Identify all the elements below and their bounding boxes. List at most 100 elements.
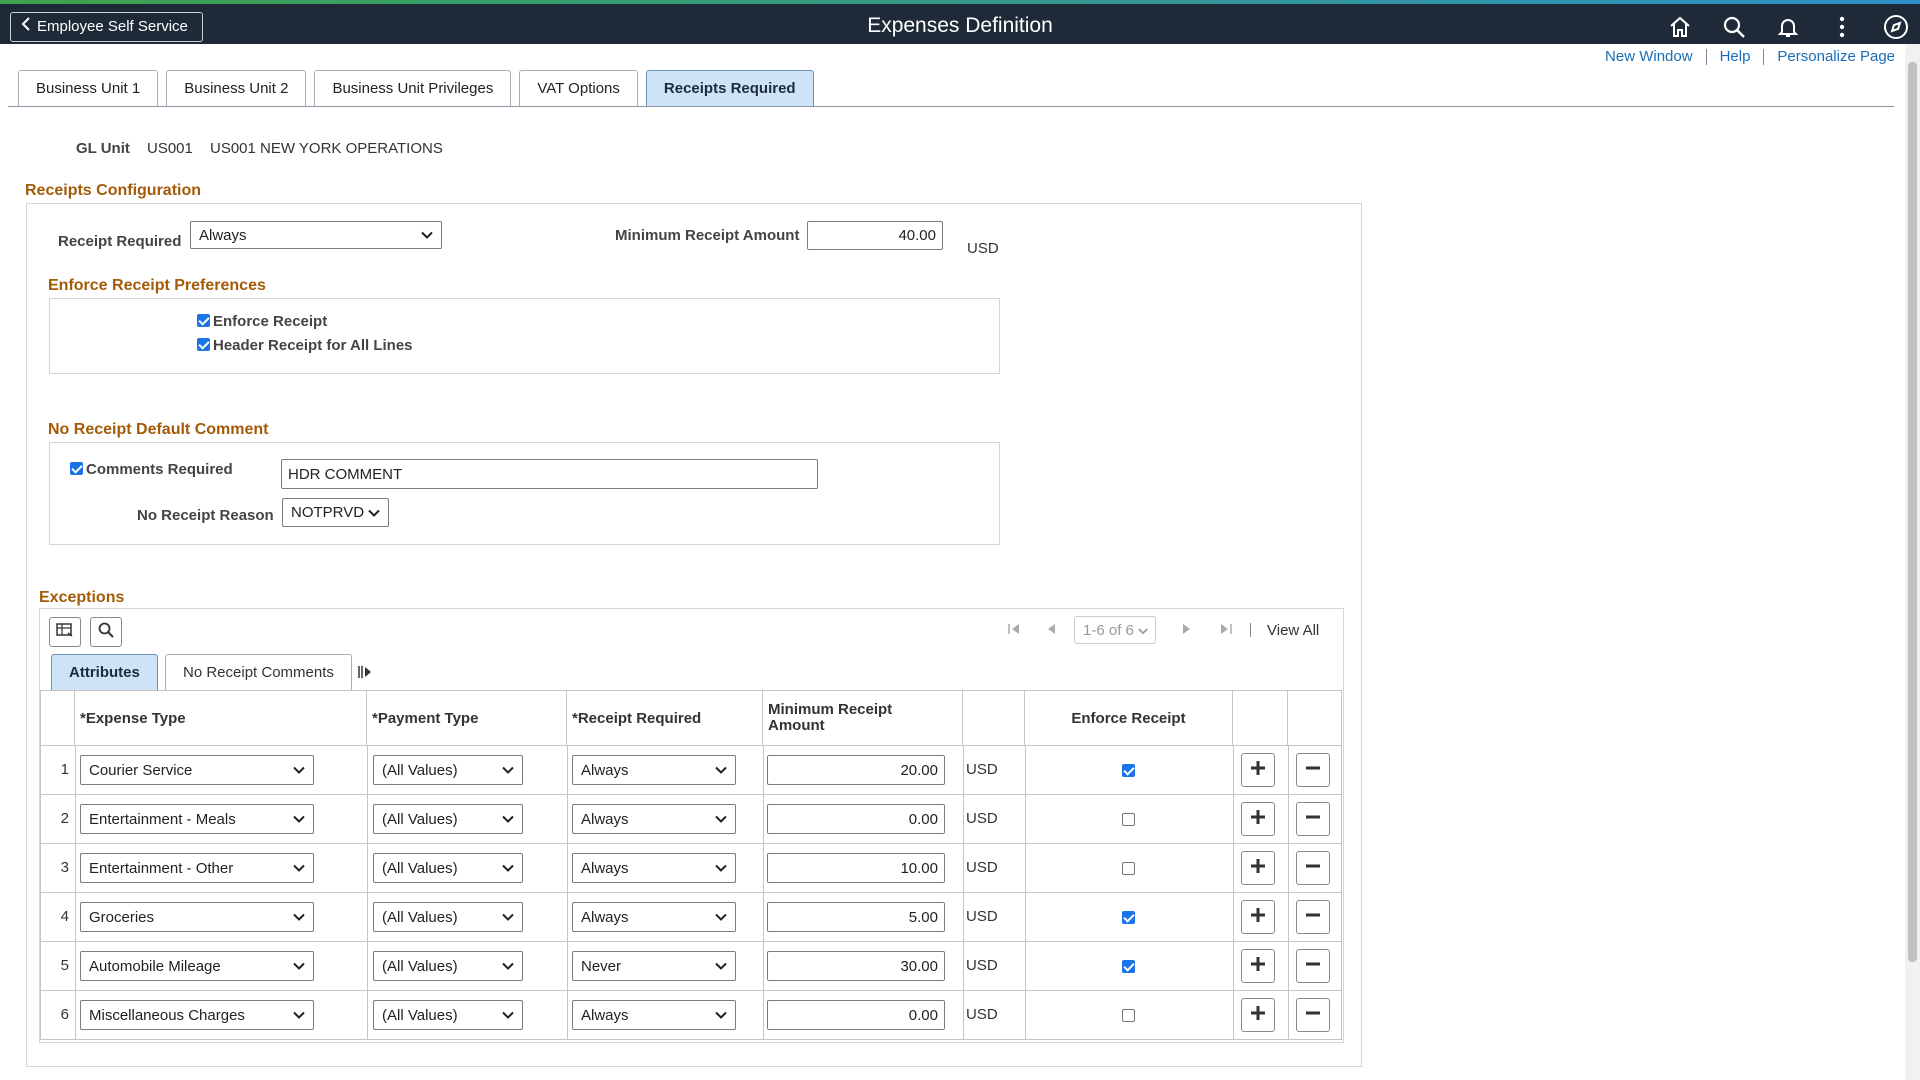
- header-receipt-checkbox[interactable]: [197, 338, 210, 351]
- enforce-receipt-checkbox[interactable]: [197, 314, 210, 327]
- expense-type-select[interactable]: Automobile Mileage: [80, 951, 314, 981]
- delete-row-button[interactable]: [1296, 900, 1330, 934]
- add-row-button[interactable]: [1241, 802, 1275, 836]
- receipt-required-select[interactable]: Always: [190, 221, 442, 249]
- receipt-required-row-select[interactable]: Always: [572, 804, 736, 834]
- subtab-no-receipt-comments[interactable]: No Receipt Comments: [165, 654, 352, 691]
- page-range-select[interactable]: 1-6 of 6: [1074, 616, 1156, 644]
- enforce-receipt-row-checkbox[interactable]: [1122, 1009, 1135, 1022]
- view-all-link[interactable]: View All: [1267, 622, 1319, 639]
- delete-row-button[interactable]: [1296, 998, 1330, 1032]
- no-receipt-comment-title: No Receipt Default Comment: [48, 421, 269, 438]
- home-icon[interactable]: [1664, 12, 1696, 42]
- scrollbar-thumb[interactable]: [1908, 62, 1917, 962]
- navbar-icon[interactable]: [1880, 12, 1912, 42]
- previous-page-icon[interactable]: [1046, 622, 1056, 639]
- enforce-receipt-row-checkbox[interactable]: [1122, 960, 1135, 973]
- chevron-down-icon: [1138, 622, 1148, 639]
- payment-type-select[interactable]: (All Values): [373, 853, 523, 883]
- more-icon[interactable]: [1826, 12, 1858, 42]
- no-receipt-reason-value: NOTPRVD: [291, 504, 365, 521]
- bell-icon[interactable]: [1772, 12, 1804, 42]
- receipt-required-row-select[interactable]: Always: [572, 902, 736, 932]
- add-row-button[interactable]: [1241, 998, 1275, 1032]
- exceptions-title: Exceptions: [39, 589, 125, 606]
- search-icon[interactable]: [1718, 12, 1750, 42]
- receipt-required-row-select[interactable]: Always: [572, 755, 736, 785]
- enforce-prefs-title: Enforce Receipt Preferences: [48, 277, 266, 294]
- tab-divider: [8, 106, 1894, 107]
- payment-type-select[interactable]: (All Values): [373, 755, 523, 785]
- chevron-down-icon: [421, 227, 433, 244]
- row-currency: USD: [966, 957, 998, 974]
- min-amount-row-input[interactable]: 30.00: [767, 951, 945, 981]
- min-amount-row-input[interactable]: 20.00: [767, 755, 945, 785]
- gl-unit-label: GL Unit: [76, 140, 130, 157]
- tab-business-unit-2[interactable]: Business Unit 2: [166, 70, 307, 107]
- page-range-text: 1-6 of 6: [1083, 621, 1134, 639]
- enforce-receipt-row-checkbox[interactable]: [1122, 813, 1135, 826]
- receipt-required-row-select[interactable]: Always: [572, 853, 736, 883]
- new-window-link[interactable]: New Window: [1605, 48, 1693, 65]
- add-row-button[interactable]: [1241, 900, 1275, 934]
- expense-type-select[interactable]: Courier Service: [80, 755, 314, 785]
- last-page-icon[interactable]: [1220, 622, 1232, 639]
- expense-type-value: Entertainment - Other: [89, 859, 234, 877]
- enforce-receipt-row-checkbox[interactable]: [1122, 764, 1135, 777]
- payment-type-select[interactable]: (All Values): [373, 902, 523, 932]
- help-link[interactable]: Help: [1720, 48, 1751, 65]
- next-page-icon[interactable]: [1182, 622, 1192, 639]
- tab-receipts-required[interactable]: Receipts Required: [645, 70, 814, 107]
- tab-vat-options[interactable]: VAT Options: [519, 70, 638, 107]
- payment-type-select[interactable]: (All Values): [373, 951, 523, 981]
- header-enforce-receipt: Enforce Receipt: [1025, 691, 1233, 745]
- table-row: 4 Groceries (All Values) Always 5.00 USD: [40, 893, 1342, 942]
- chevron-down-icon: [368, 504, 380, 521]
- receipt-required-label: Receipt Required: [58, 233, 182, 250]
- chevron-down-icon: [293, 860, 305, 877]
- min-amount-row-input[interactable]: 10.00: [767, 853, 945, 883]
- payment-type-select[interactable]: (All Values): [373, 804, 523, 834]
- payment-type-value: (All Values): [382, 1006, 458, 1024]
- min-amount-row-input[interactable]: 5.00: [767, 902, 945, 932]
- personalize-page-link[interactable]: Personalize Page: [1777, 48, 1895, 65]
- enforce-receipt-row-checkbox[interactable]: [1122, 862, 1135, 875]
- tab-business-unit-privileges[interactable]: Business Unit Privileges: [314, 70, 512, 107]
- enforce-receipt-row-checkbox[interactable]: [1122, 911, 1135, 924]
- add-row-button[interactable]: [1241, 851, 1275, 885]
- no-receipt-reason-select[interactable]: NOTPRVD: [282, 498, 389, 527]
- receipt-required-row-select[interactable]: Always: [572, 1000, 736, 1030]
- subtab-attributes[interactable]: Attributes: [51, 654, 158, 691]
- row-number: 6: [60, 1006, 69, 1023]
- expense-type-select[interactable]: Entertainment - Other: [80, 853, 314, 883]
- header-payment-type: *Payment Type: [367, 691, 567, 745]
- min-amount-row-input[interactable]: 0.00: [767, 804, 945, 834]
- min-amount-row-input[interactable]: 0.00: [767, 1000, 945, 1030]
- min-receipt-amount-input[interactable]: 40.00: [807, 221, 943, 250]
- default-comment-input[interactable]: HDR COMMENT: [281, 459, 818, 489]
- payment-type-select[interactable]: (All Values): [373, 1000, 523, 1030]
- add-row-button[interactable]: [1241, 753, 1275, 787]
- header-add: [1233, 691, 1288, 745]
- show-all-columns-icon[interactable]: [357, 664, 373, 685]
- delete-row-button[interactable]: [1296, 949, 1330, 983]
- delete-row-button[interactable]: [1296, 802, 1330, 836]
- receipt-required-row-select[interactable]: Never: [572, 951, 736, 981]
- tab-business-unit-1[interactable]: Business Unit 1: [18, 70, 159, 107]
- page-scrollbar[interactable]: [1905, 44, 1920, 1080]
- gl-unit-name: US001 NEW YORK OPERATIONS: [210, 140, 443, 157]
- min-amount-currency: USD: [967, 240, 999, 257]
- grid-find-button[interactable]: [90, 617, 122, 647]
- link-separator: [1763, 48, 1765, 65]
- add-row-button[interactable]: [1241, 949, 1275, 983]
- delete-row-button[interactable]: [1296, 753, 1330, 787]
- first-page-icon[interactable]: [1008, 622, 1020, 639]
- grid-personalize-button[interactable]: [49, 617, 81, 647]
- expense-type-select[interactable]: Miscellaneous Charges: [80, 1000, 314, 1030]
- min-receipt-amount-label: Minimum Receipt Amount: [615, 227, 800, 244]
- expense-type-select[interactable]: Entertainment - Meals: [80, 804, 314, 834]
- comments-required-checkbox[interactable]: [70, 462, 83, 475]
- delete-row-button[interactable]: [1296, 851, 1330, 885]
- expense-type-select[interactable]: Groceries: [80, 902, 314, 932]
- page-tabs: Business Unit 1 Business Unit 2 Business…: [18, 70, 814, 107]
